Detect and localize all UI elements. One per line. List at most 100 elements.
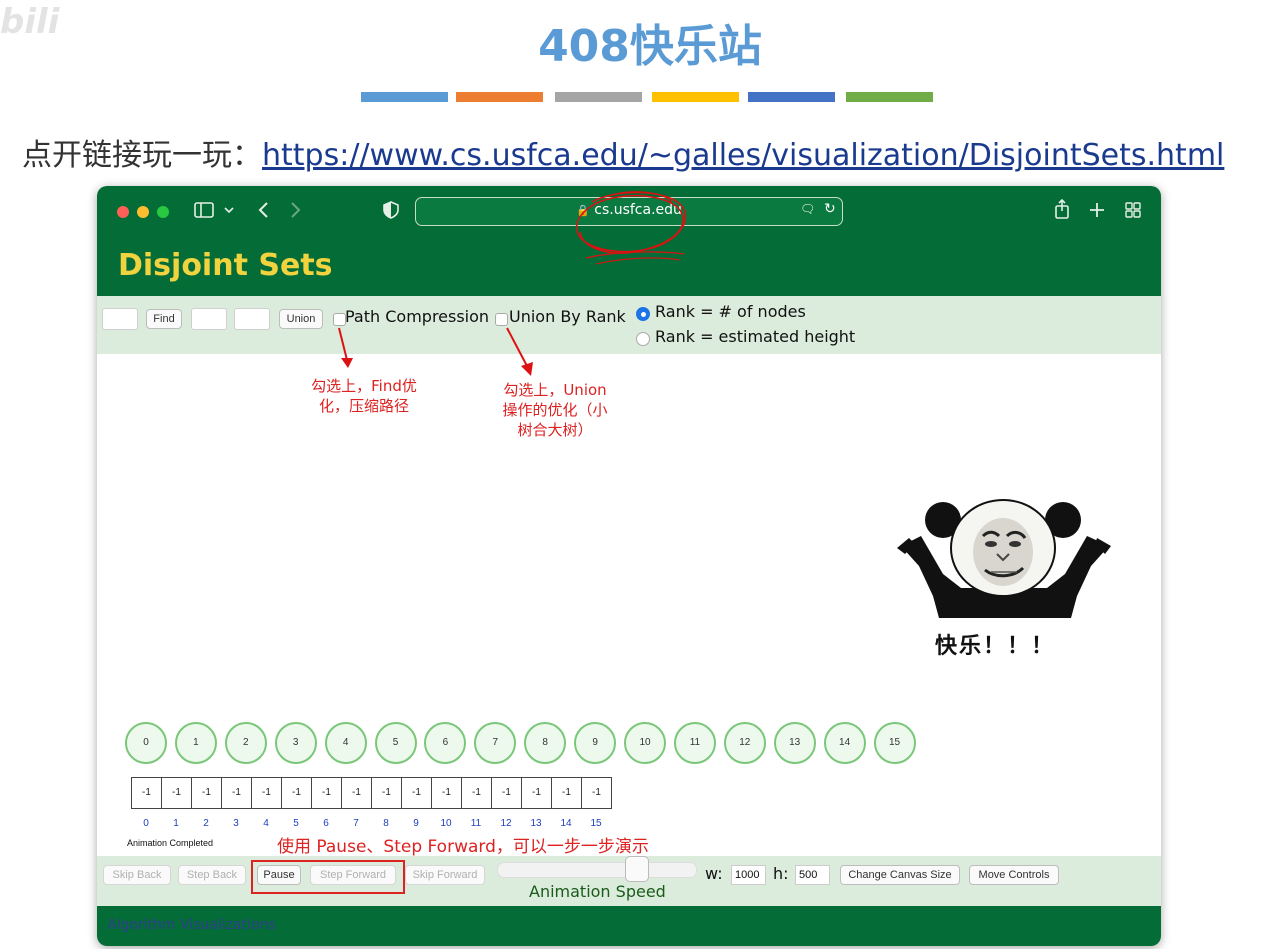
set-node: 0 xyxy=(125,722,167,764)
array-cell: -1 xyxy=(401,777,432,809)
array-cell: -1 xyxy=(341,777,372,809)
set-node: 13 xyxy=(773,722,816,764)
tab-overview-icon[interactable] xyxy=(1125,202,1141,218)
controls-bar: Find Union Path Compression Union By Ran… xyxy=(97,296,1161,354)
nodes-row: 0 1 2 3 4 5 6 7 8 9 10 11 12 13 14 15 xyxy=(125,722,925,766)
path-compression-annotation: 勾选上，Find优 化，压缩路径 xyxy=(299,376,429,416)
set-node: 12 xyxy=(723,722,766,764)
annotation-line: 化，压缩路径 xyxy=(318,397,409,415)
array-cell: -1 xyxy=(311,777,342,809)
rank-nodes-radio[interactable] xyxy=(636,307,650,321)
array-index: 15 xyxy=(590,818,602,829)
union-input-1[interactable] xyxy=(191,308,227,330)
annotation-line: 勾选上，Union xyxy=(503,381,607,399)
forward-icon[interactable] xyxy=(290,201,302,219)
new-tab-icon[interactable] xyxy=(1089,202,1105,218)
array-cell: -1 xyxy=(251,777,282,809)
back-icon[interactable] xyxy=(257,201,269,219)
array-index: 9 xyxy=(413,818,419,829)
array-index: 0 xyxy=(143,818,149,829)
annotation-line: 树合大树） xyxy=(517,421,593,439)
close-window-button[interactable] xyxy=(117,206,129,218)
array-cell: -1 xyxy=(281,777,312,809)
shield-icon[interactable] xyxy=(383,201,399,219)
sidebar-icon[interactable] xyxy=(194,202,214,218)
set-node: 7 xyxy=(474,722,517,764)
zoom-window-button[interactable] xyxy=(157,206,169,218)
array-index: 11 xyxy=(470,818,482,829)
skip-forward-button[interactable]: Skip Forward xyxy=(405,865,485,885)
width-input[interactable]: 1000 xyxy=(731,865,766,885)
url-highlight-scribble xyxy=(575,191,687,265)
array-index: 3 xyxy=(233,818,239,829)
color-strip-6 xyxy=(846,92,933,102)
parent-array: -1 -1 -1 -1 -1 -1 -1 -1 -1 -1 -1 -1 -1 -1 -1 -1 xyxy=(131,777,621,809)
union-by-rank-checkbox[interactable] xyxy=(495,313,508,326)
rank-height-label: Rank = estimated height xyxy=(655,327,856,346)
array-index: 14 xyxy=(560,818,572,829)
chevron-down-icon[interactable] xyxy=(224,206,234,214)
color-strip-3 xyxy=(555,92,642,102)
speed-slider-thumb[interactable] xyxy=(624,856,649,882)
annotation-line: 操作的优化（小 xyxy=(502,401,608,419)
array-index: 7 xyxy=(353,818,359,829)
array-index: 2 xyxy=(203,818,209,829)
set-node: 2 xyxy=(224,722,267,764)
union-button[interactable]: Union xyxy=(279,309,323,329)
array-index: 6 xyxy=(323,818,329,829)
step-back-button[interactable]: Step Back xyxy=(178,865,246,885)
set-node: 4 xyxy=(324,722,367,764)
annotation-line: 勾选上，Find优 xyxy=(311,377,417,395)
sticker-caption: 快乐！！！ xyxy=(935,634,1056,659)
move-controls-button[interactable]: Move Controls xyxy=(969,865,1059,885)
array-cell: -1 xyxy=(461,777,492,809)
visualization-link[interactable]: https://www.cs.usfca.edu/~galles/visuali… xyxy=(262,138,1224,173)
change-canvas-size-button[interactable]: Change Canvas Size xyxy=(840,865,960,885)
color-strip-5 xyxy=(748,92,835,102)
animation-speed-slider[interactable] xyxy=(497,862,697,878)
array-cell: -1 xyxy=(221,777,252,809)
color-strip-2 xyxy=(456,92,543,102)
path-compression-label: Path Compression xyxy=(345,307,490,326)
footer-link[interactable]: Algorithm Visualizations xyxy=(107,917,276,933)
animation-status: Animation Completed xyxy=(127,838,214,848)
link-line: 点开链接玩一玩：https://www.cs.usfca.edu/~galles… xyxy=(22,130,1224,174)
set-node: 1 xyxy=(174,722,217,764)
array-index: 12 xyxy=(500,818,512,829)
page-title: Disjoint Sets xyxy=(118,248,333,283)
union-by-rank-label: Union By Rank xyxy=(509,307,626,326)
share-icon[interactable] xyxy=(1054,199,1070,219)
array-cell: -1 xyxy=(131,777,162,809)
set-node: 5 xyxy=(374,722,417,764)
array-indices: 0 1 2 3 4 5 6 7 8 9 10 11 12 13 14 15 xyxy=(131,818,621,832)
set-node: 15 xyxy=(873,722,916,764)
rank-height-radio[interactable] xyxy=(636,332,650,346)
union-rank-annotation: 勾选上，Union 操作的优化（小 树合大树） xyxy=(485,380,625,440)
height-input[interactable]: 500 xyxy=(795,865,830,885)
color-strip-1 xyxy=(361,92,448,102)
find-input[interactable] xyxy=(102,308,138,330)
arrow-annotation-1 xyxy=(338,327,353,368)
array-cell: -1 xyxy=(431,777,462,809)
set-node: 6 xyxy=(424,722,467,764)
array-index: 10 xyxy=(440,818,452,829)
set-node: 11 xyxy=(673,722,716,764)
rank-nodes-label: Rank = # of nodes xyxy=(655,302,806,321)
array-cell: -1 xyxy=(581,777,612,809)
array-index: 13 xyxy=(530,818,542,829)
skip-back-button[interactable]: Skip Back xyxy=(103,865,171,885)
array-cell: -1 xyxy=(161,777,192,809)
translate-icon[interactable]: 🗨 xyxy=(800,202,815,216)
array-cell: -1 xyxy=(521,777,552,809)
set-node: 8 xyxy=(524,722,567,764)
minimize-window-button[interactable] xyxy=(137,206,149,218)
array-cell: -1 xyxy=(551,777,582,809)
array-index: 1 xyxy=(173,818,179,829)
reload-icon[interactable]: ↻ xyxy=(824,201,836,217)
animation-speed-label: Animation Speed xyxy=(529,882,666,901)
h-label: h: xyxy=(773,864,789,883)
find-button[interactable]: Find xyxy=(146,309,182,329)
union-input-2[interactable] xyxy=(234,308,270,330)
slide-title: 408快乐站 xyxy=(538,21,762,72)
set-node: 3 xyxy=(274,722,317,764)
